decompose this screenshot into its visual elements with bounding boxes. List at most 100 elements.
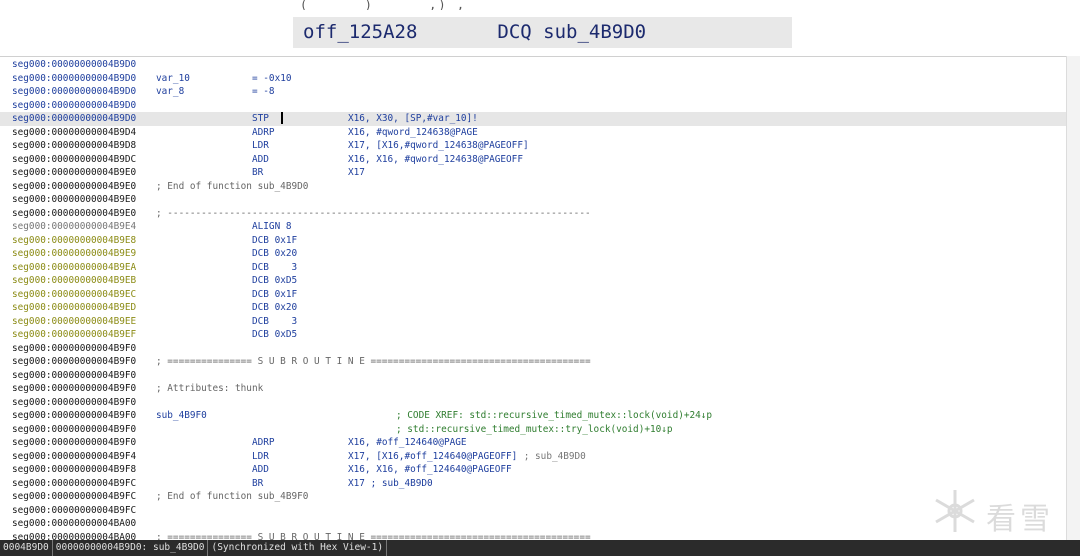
row-operand-comment: ; sub_4B9D0 (518, 450, 586, 462)
row-mnemonic: DCB 0x20 (252, 302, 298, 313)
row-address: seg000:00000000004B9FC (12, 491, 137, 502)
listing-row[interactable]: seg000:00000000004B9EE DCB 3 (0, 315, 1066, 329)
row-address: seg000:00000000004B9D0 (12, 59, 137, 70)
listing-row[interactable]: seg000:00000000004B9D0 var_10 = -0x10 (0, 72, 1066, 86)
listing-row[interactable]: seg000:00000000004B9F4 LDR X17, [X16,#off_… (0, 450, 1066, 464)
row-xref-comment[interactable]: ; CODE XREF: std::recursive_timed_mutex:… (396, 409, 712, 423)
listing-row[interactable]: seg000:00000000004B9EB DCB 0xD5 (0, 274, 1066, 288)
listing-row[interactable]: seg000:00000000004B9E9 DCB 0x20 (0, 247, 1066, 261)
listing-row[interactable]: seg000:00000000004B9F0 (0, 342, 1066, 356)
row-address: seg000:00000000004B9E9 (12, 248, 137, 259)
zoom-label: off_125A28 (303, 21, 418, 43)
row-xref-comment[interactable]: ; std::recursive_timed_mutex::try_lock(v… (396, 423, 673, 437)
row-address: seg000:00000000004B9EF (12, 329, 137, 340)
listing-row[interactable]: seg000:00000000004B9FC ; End of function … (0, 490, 1066, 504)
listing-row[interactable]: seg000:00000000004B9D0 (0, 58, 1066, 72)
row-address: seg000:00000000004B9D0 (12, 113, 137, 124)
row-operands: X16, X30, [SP,#var_10]! (348, 113, 478, 124)
zoom-instruction-box: off_125A28 DCQ sub_4B9D0 (293, 17, 792, 48)
zoom-operand: sub_4B9D0 (543, 21, 647, 43)
listing-row[interactable]: seg000:00000000004B9E0 ; End of function … (0, 180, 1066, 194)
listing-row[interactable]: seg000:00000000004BA00 (0, 517, 1066, 531)
listing-row[interactable]: seg000:00000000004B9EF DCB 0xD5 (0, 328, 1066, 342)
listing-row[interactable]: seg000:00000000004B9DC ADD X16, X16, #qwor… (0, 153, 1066, 167)
row-mnemonic: = -8 (252, 86, 275, 97)
row-address: seg000:00000000004B9FC (12, 504, 137, 516)
listing-row[interactable]: seg000:00000000004B9F0 ADRP X16, #off_1246… (0, 436, 1066, 450)
disassembly-listing[interactable]: seg000:00000000004B9D0 seg000:00000000004… (0, 56, 1066, 541)
row-address: seg000:00000000004B9D0 (12, 86, 137, 97)
row-mnemonic: LDR (252, 450, 269, 462)
row-operands: X16, #off_124640@PAGE (348, 437, 467, 448)
listing-row[interactable]: seg000:00000000004B9E0 (0, 193, 1066, 207)
zoom-header: ( ‾‾‾‾ ) ‾‾‾‾ ,) , off_125A28 DCQ sub_4B9… (0, 0, 1080, 56)
row-address: seg000:00000000004BA00 (12, 518, 137, 529)
listing-row[interactable]: seg000:00000000004B9D4 ADRP X16, #qword_12… (0, 126, 1066, 140)
row-mnemonic: BR (252, 167, 264, 178)
row-label[interactable]: var_10 (156, 72, 190, 86)
listing-row[interactable]: seg000:00000000004B9F0 ; Attributes: thun… (0, 382, 1066, 396)
row-comment: ; =============== S U B R O U T I N E ==… (156, 356, 591, 367)
listing-row[interactable]: seg000:00000000004B9F8 ADD X16, X16, #off_… (0, 463, 1066, 477)
row-address: seg000:00000000004B9E0 (12, 167, 137, 178)
listing-row[interactable]: seg000:00000000004B9D0 STP X16, X30, [SP,#… (0, 112, 1066, 126)
row-address: seg000:00000000004B9F0 (12, 437, 137, 448)
listing-row[interactable]: seg000:00000000004B9FC BR X17 ; sub_4B9D0 (0, 477, 1066, 491)
row-operands: X17, [X16,#off_124640@PAGEOFF] (348, 450, 518, 462)
listing-row[interactable]: seg000:00000000004B9E8 DCB 0x1F (0, 234, 1066, 248)
row-address: seg000:00000000004B9F4 (12, 450, 137, 462)
listing-row[interactable]: seg000:00000000004B9FC (0, 504, 1066, 518)
row-mnemonic: STP (252, 113, 269, 124)
row-address: seg000:00000000004B9F0 (12, 342, 137, 354)
listing-row[interactable]: seg000:00000000004B9E0 ; ----------------… (0, 207, 1066, 221)
row-comment: ; End of function sub_4B9F0 (156, 491, 309, 502)
status-sync: (Synchronized with Hex View-1) (208, 540, 388, 556)
row-label[interactable]: sub_4B9F0 (156, 409, 207, 423)
row-address: seg000:00000000004B9F0 (12, 410, 137, 421)
row-mnemonic: LDR (252, 140, 269, 151)
row-address: seg000:00000000004B9F8 (12, 464, 137, 475)
listing-row[interactable]: seg000:00000000004B9F0 sub_4B9F0 ; CODE XR… (0, 409, 1066, 423)
listing-row[interactable]: seg000:00000000004B9F0 ; =============== … (0, 355, 1066, 369)
row-address: seg000:00000000004B9FC (12, 477, 137, 489)
row-address: seg000:00000000004B9D0 (12, 99, 137, 111)
row-address: seg000:00000000004B9F0 (12, 383, 137, 394)
row-address: seg000:00000000004B9EE (12, 315, 137, 327)
listing-row[interactable]: seg000:00000000004B9EC DCB 0x1F (0, 288, 1066, 302)
row-mnemonic: ALIGN 8 (252, 221, 292, 232)
status-bar: 0004B9D0 00000000004B9D0: sub_4B9D0 (Synch… (0, 540, 1080, 556)
listing-row[interactable]: seg000:00000000004B9ED DCB 0x20 (0, 301, 1066, 315)
row-mnemonic: DCB 0xD5 (252, 329, 298, 340)
row-address: seg000:00000000004B9E4 (12, 221, 137, 232)
listing-row[interactable]: seg000:00000000004B9F0 (0, 369, 1066, 383)
row-mnemonic: ADD (252, 464, 269, 475)
row-address: seg000:00000000004B9E0 (12, 194, 137, 205)
row-address: seg000:00000000004B9EA (12, 261, 137, 273)
row-mnemonic: DCB 0x20 (252, 248, 298, 259)
row-address: seg000:00000000004B9E0 (12, 180, 137, 192)
row-comment: ; End of function sub_4B9D0 (156, 180, 309, 192)
listing-row[interactable]: seg000:00000000004B9E0 BR X17 (0, 166, 1066, 180)
row-address: seg000:00000000004B9F0 (12, 356, 137, 367)
listing-row[interactable]: seg000:00000000004B9D0 var_8 = -8 (0, 85, 1066, 99)
row-comment: ; Attributes: thunk (156, 383, 264, 394)
row-mnemonic: DCB 0xD5 (252, 275, 298, 286)
row-label[interactable]: var_8 (156, 85, 184, 99)
row-mnemonic: DCB 3 (252, 261, 298, 273)
listing-row[interactable]: seg000:00000000004B9F0 ; std::recursive_t… (0, 423, 1066, 437)
row-operands: X16, #qword_124638@PAGE (348, 126, 478, 138)
row-address: seg000:00000000004B9D4 (12, 126, 137, 138)
vertical-scrollbar[interactable] (1066, 56, 1080, 540)
row-address: seg000:00000000004B9D8 (12, 140, 137, 151)
listing-row[interactable]: seg000:00000000004B9D8 LDR X17, [X16,#qwor… (0, 139, 1066, 153)
row-operands: X16, X16, #qword_124638@PAGEOFF (348, 153, 523, 165)
row-address: seg000:00000000004B9E8 (12, 234, 137, 246)
row-operands: X17 ; sub_4B9D0 (348, 477, 433, 489)
listing-row[interactable]: seg000:00000000004B9E4 ALIGN 8 (0, 220, 1066, 234)
listing-row[interactable]: seg000:00000000004B9F0 (0, 396, 1066, 410)
row-address: seg000:00000000004B9EC (12, 288, 137, 300)
listing-row[interactable]: seg000:00000000004B9EA DCB 3 (0, 261, 1066, 275)
listing-row[interactable]: seg000:00000000004B9D0 (0, 99, 1066, 113)
row-mnemonic: ADRP (252, 437, 275, 448)
watermark-text: 看雪 (986, 502, 1054, 537)
